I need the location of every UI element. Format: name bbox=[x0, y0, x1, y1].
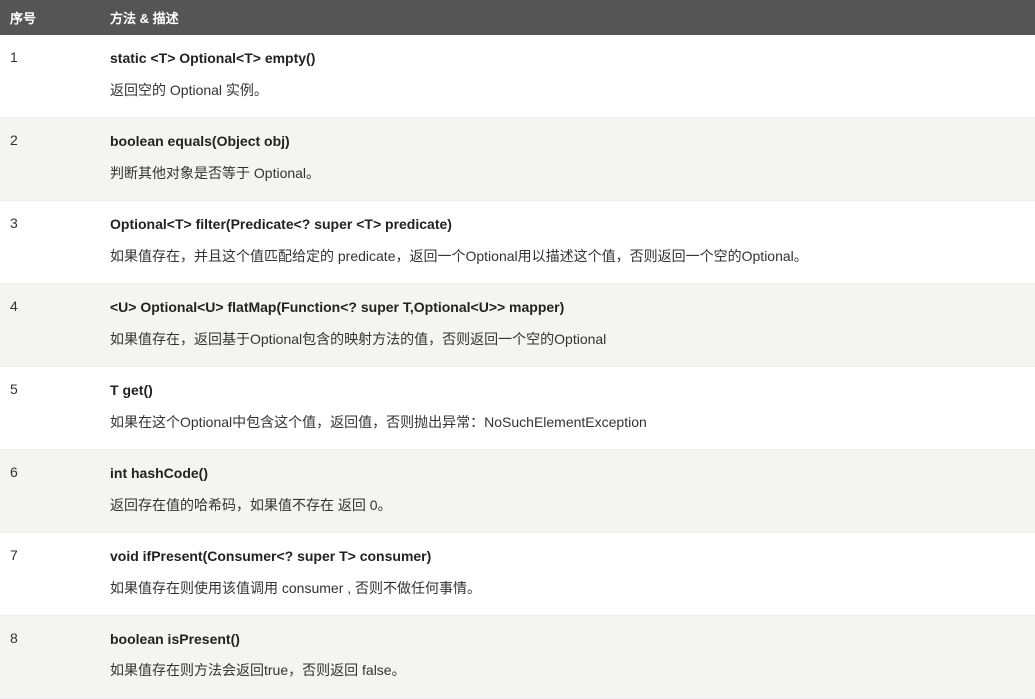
method-description: 如果值存在则使用该值调用 consumer , 否则不做任何事情。 bbox=[110, 577, 1025, 599]
method-description: 返回存在值的哈希码，如果值不存在 返回 0。 bbox=[110, 494, 1025, 516]
row-method-cell: static <T> Optional<T> empty() 返回空的 Opti… bbox=[100, 35, 1035, 117]
row-number: 3 bbox=[0, 200, 100, 283]
table-row: 6 int hashCode() 返回存在值的哈希码，如果值不存在 返回 0。 bbox=[0, 449, 1035, 532]
method-signature: void ifPresent(Consumer<? super T> consu… bbox=[110, 547, 1025, 567]
method-description: 如果值存在则方法会返回true，否则返回 false。 bbox=[110, 659, 1025, 681]
method-signature: boolean isPresent() bbox=[110, 630, 1025, 650]
table-header-row: 序号 方法 & 描述 bbox=[0, 0, 1035, 35]
method-signature: int hashCode() bbox=[110, 464, 1025, 484]
row-number: 2 bbox=[0, 117, 100, 200]
row-method-cell: boolean equals(Object obj) 判断其他对象是否等于 Op… bbox=[100, 117, 1035, 200]
method-description: 如果值存在，返回基于Optional包含的映射方法的值，否则返回一个空的Opti… bbox=[110, 328, 1025, 350]
table-row: 7 void ifPresent(Consumer<? super T> con… bbox=[0, 532, 1035, 615]
table-row: 3 Optional<T> filter(Predicate<? super <… bbox=[0, 200, 1035, 283]
header-method: 方法 & 描述 bbox=[100, 0, 1035, 35]
header-num: 序号 bbox=[0, 0, 100, 35]
table-row: 2 boolean equals(Object obj) 判断其他对象是否等于 … bbox=[0, 117, 1035, 200]
method-signature: boolean equals(Object obj) bbox=[110, 132, 1025, 152]
row-number: 8 bbox=[0, 615, 100, 698]
table-row: 8 boolean isPresent() 如果值存在则方法会返回true，否则… bbox=[0, 615, 1035, 698]
row-number: 6 bbox=[0, 449, 100, 532]
row-number: 4 bbox=[0, 283, 100, 366]
row-method-cell: void ifPresent(Consumer<? super T> consu… bbox=[100, 532, 1035, 615]
row-number: 7 bbox=[0, 532, 100, 615]
method-signature: static <T> Optional<T> empty() bbox=[110, 49, 1025, 69]
table-row: 5 T get() 如果在这个Optional中包含这个值，返回值，否则抛出异常… bbox=[0, 366, 1035, 449]
method-description: 返回空的 Optional 实例。 bbox=[110, 79, 1025, 101]
row-method-cell: boolean isPresent() 如果值存在则方法会返回true，否则返回… bbox=[100, 615, 1035, 698]
method-signature: <U> Optional<U> flatMap(Function<? super… bbox=[110, 298, 1025, 318]
method-signature: Optional<T> filter(Predicate<? super <T>… bbox=[110, 215, 1025, 235]
method-description: 如果在这个Optional中包含这个值，返回值，否则抛出异常：NoSuchEle… bbox=[110, 411, 1025, 433]
method-signature: T get() bbox=[110, 381, 1025, 401]
method-description: 判断其他对象是否等于 Optional。 bbox=[110, 162, 1025, 184]
row-method-cell: <U> Optional<U> flatMap(Function<? super… bbox=[100, 283, 1035, 366]
table-row: 1 static <T> Optional<T> empty() 返回空的 Op… bbox=[0, 35, 1035, 117]
row-number: 1 bbox=[0, 35, 100, 117]
row-method-cell: Optional<T> filter(Predicate<? super <T>… bbox=[100, 200, 1035, 283]
method-description: 如果值存在，并且这个值匹配给定的 predicate，返回一个Optional用… bbox=[110, 245, 1025, 267]
row-method-cell: T get() 如果在这个Optional中包含这个值，返回值，否则抛出异常：N… bbox=[100, 366, 1035, 449]
table-row: 4 <U> Optional<U> flatMap(Function<? sup… bbox=[0, 283, 1035, 366]
row-number: 5 bbox=[0, 366, 100, 449]
methods-table: 序号 方法 & 描述 1 static <T> Optional<T> empt… bbox=[0, 0, 1035, 699]
row-method-cell: int hashCode() 返回存在值的哈希码，如果值不存在 返回 0。 bbox=[100, 449, 1035, 532]
